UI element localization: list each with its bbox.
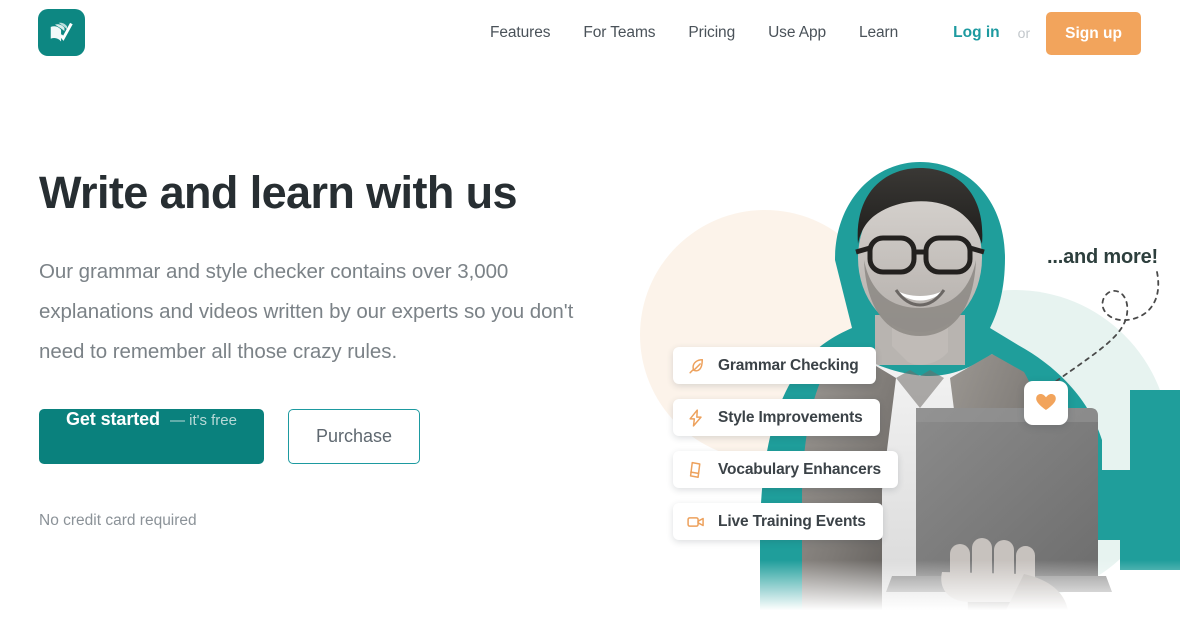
signup-button[interactable]: Sign up xyxy=(1046,11,1141,55)
feature-pill-style-improvements[interactable]: Style Improvements xyxy=(673,399,880,436)
feature-pill-label: Grammar Checking xyxy=(718,356,859,374)
feature-pill-label: Live Training Events xyxy=(718,512,866,530)
nav-separator-text: or xyxy=(1017,25,1031,41)
hero-description: Our grammar and style checker contains o… xyxy=(39,260,574,364)
get-started-sublabel: — it's free xyxy=(169,412,237,430)
login-link[interactable]: Log in xyxy=(953,24,1000,42)
get-started-label: Get started xyxy=(66,409,160,430)
cta-row: Get started — it's free Purchase xyxy=(39,409,599,465)
feature-pill-vocabulary-enhancers[interactable]: Vocabulary Enhancers xyxy=(673,451,898,488)
and-more-annotation: ...and more! xyxy=(1047,246,1158,268)
lightning-bolt-icon xyxy=(685,407,707,429)
landing-page: Features For Teams Pricing Use App Learn… xyxy=(0,0,1200,630)
dashed-arrow-icon xyxy=(1054,271,1160,383)
page-title: Write and learn with us xyxy=(39,167,518,218)
hero-content: Write and learn with us Our grammar and … xyxy=(39,167,599,530)
video-camera-icon xyxy=(685,511,707,533)
photo-bottom-fade xyxy=(620,560,1200,630)
nav-item-use-app[interactable]: Use App xyxy=(768,24,826,42)
book-icon xyxy=(685,459,707,481)
feature-pill-label: Style Improvements xyxy=(718,408,863,426)
feather-icon xyxy=(685,355,707,377)
no-credit-card-note: No credit card required xyxy=(39,512,197,530)
feature-pill-label: Vocabulary Enhancers xyxy=(718,460,881,478)
feature-pill-live-training-events[interactable]: Live Training Events xyxy=(673,503,883,540)
nav-item-pricing[interactable]: Pricing xyxy=(688,24,735,42)
site-header: Features For Teams Pricing Use App Learn… xyxy=(0,0,1200,66)
nav-item-learn[interactable]: Learn xyxy=(859,24,898,42)
more-features-heart-card[interactable] xyxy=(1024,381,1068,425)
nav-item-features[interactable]: Features xyxy=(490,24,550,42)
feature-pill-list: Grammar Checking Style Improvements Voca… xyxy=(673,347,898,540)
nav-item-for-teams[interactable]: For Teams xyxy=(583,24,655,42)
book-check-logo-icon xyxy=(47,18,77,48)
purchase-button[interactable]: Purchase xyxy=(287,409,421,465)
feature-pill-grammar-checking[interactable]: Grammar Checking xyxy=(673,347,876,384)
primary-navigation: Features For Teams Pricing Use App Learn… xyxy=(490,0,1141,66)
get-started-button[interactable]: Get started — it's free xyxy=(39,409,264,465)
logo[interactable] xyxy=(38,9,85,56)
heart-icon xyxy=(1034,389,1058,418)
